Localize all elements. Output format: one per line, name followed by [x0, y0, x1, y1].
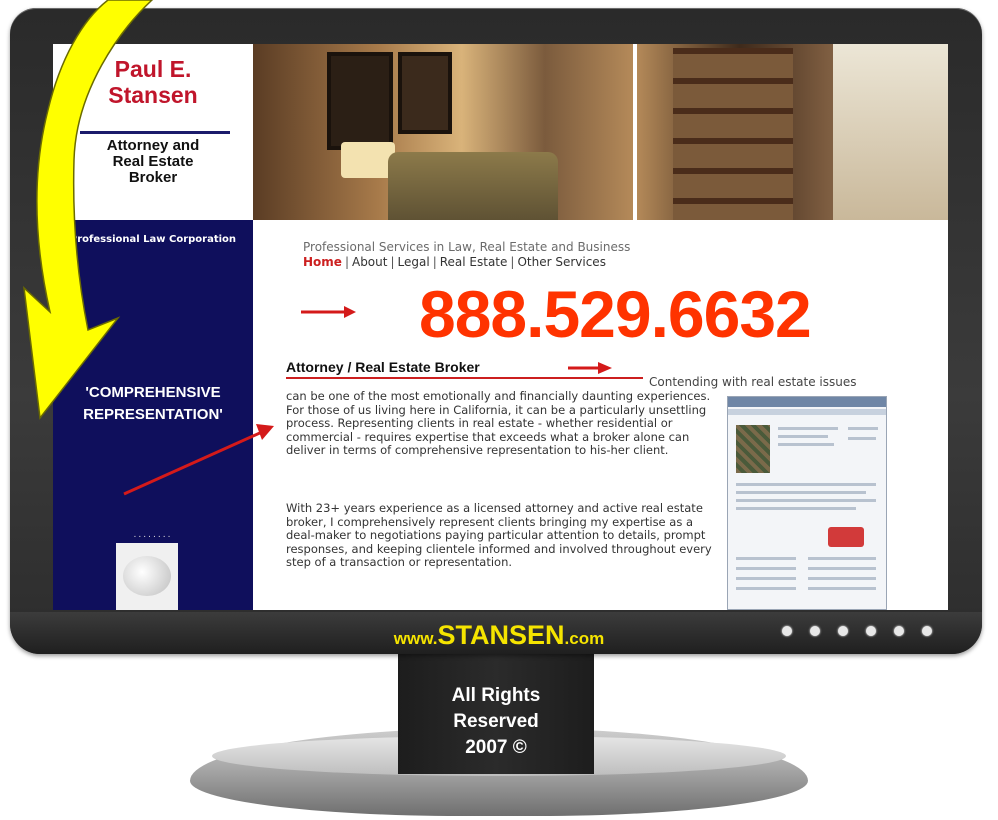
- wall-painting: [327, 52, 393, 150]
- lead-text: Contending with real estate issues: [649, 375, 857, 389]
- bookshelf: [673, 48, 793, 220]
- thumbnail-line: [848, 437, 876, 440]
- body-paragraph: With 23+ years experience as a licensed …: [286, 501, 712, 569]
- thumbnail-line: [736, 499, 876, 502]
- site-url-brand: STANSEN: [437, 620, 565, 650]
- thumbnail-line: [848, 427, 878, 430]
- office-window: [833, 44, 948, 220]
- thumbnail-line: [778, 443, 834, 446]
- monitor-screen: Paul E. Stansen Attorney and Real Estate…: [53, 44, 948, 610]
- logo-name-line: Stansen: [108, 82, 198, 108]
- site-url[interactable]: www.STANSEN.com: [0, 620, 998, 651]
- logo-name-line: Paul E.: [114, 56, 192, 82]
- sidebar-dots: ........: [133, 530, 173, 540]
- logo[interactable]: Paul E. Stansen Attorney and Real Estate…: [53, 44, 253, 220]
- nav-about[interactable]: About: [352, 255, 387, 269]
- thumbnail-subbar: [728, 409, 886, 415]
- thumbnail-header-bar: [728, 397, 886, 407]
- corporation-label: Professional Law Corporation: [69, 234, 237, 245]
- logo-name: Paul E. Stansen: [53, 56, 253, 108]
- logo-title-line: Attorney and: [106, 137, 200, 154]
- listing-thumbnail[interactable]: [727, 396, 887, 610]
- site-url-suffix: .com: [564, 629, 605, 648]
- sofa: [388, 152, 558, 220]
- thumbnail-line: [808, 557, 876, 560]
- phone-number[interactable]: 888.529.6632: [419, 276, 812, 352]
- rights-line: 2007 ©: [465, 737, 527, 758]
- site-url-prefix: www.: [393, 629, 438, 648]
- section-headline: Attorney / Real Estate Broker: [286, 359, 480, 375]
- thumbnail-line: [808, 567, 876, 570]
- nav-other-services[interactable]: Other Services: [517, 255, 606, 269]
- thumbnail-line: [736, 483, 876, 486]
- nav-home[interactable]: Home: [303, 255, 342, 269]
- thumbnail-line: [736, 491, 866, 494]
- logo-title: Attorney and Real Estate Broker: [53, 138, 253, 186]
- thumbnail-photo: [736, 425, 770, 473]
- office-hero-image: [253, 44, 948, 220]
- thumbnail-line: [808, 577, 876, 580]
- logo-divider: [80, 131, 230, 134]
- thumbnail-line: [778, 435, 828, 438]
- rights-line: All Rights: [451, 685, 541, 706]
- thumbnail-line: [736, 587, 796, 590]
- main-nav: Home | About | Legal | Real Estate | Other Servi…: [303, 255, 606, 269]
- thumbnail-line: [736, 507, 856, 510]
- nav-legal[interactable]: Legal: [398, 255, 430, 269]
- phone-icon: [123, 556, 171, 596]
- rights-line: Reserved: [453, 711, 539, 732]
- quote-line: REPRESENTATION': [83, 406, 223, 423]
- logo-title-line: Real Estate: [112, 153, 194, 170]
- lamp: [341, 142, 395, 178]
- logo-title-line: Broker: [128, 169, 178, 186]
- image-divider: [633, 44, 637, 220]
- tagline-quote: 'COMPREHENSIVE REPRESENTATION': [53, 382, 253, 426]
- nav-real-estate[interactable]: Real Estate: [440, 255, 508, 269]
- wall-painting: [398, 52, 452, 134]
- thumbnail-line: [778, 427, 838, 430]
- body-paragraph: can be one of the most emotionally and f…: [286, 389, 711, 457]
- thumbnail-line: [808, 587, 876, 590]
- copyright-notice: All Rights Reserved 2007 ©: [398, 683, 594, 761]
- quote-line: 'COMPREHENSIVE: [85, 384, 221, 401]
- thumbnail-badge: [828, 527, 864, 547]
- thumbnail-line: [736, 557, 796, 560]
- thumbnail-line: [736, 567, 796, 570]
- site-tagline: Professional Services in Law, Real Estat…: [303, 240, 631, 254]
- thumbnail-line: [736, 577, 796, 580]
- headline-underline: [286, 377, 643, 379]
